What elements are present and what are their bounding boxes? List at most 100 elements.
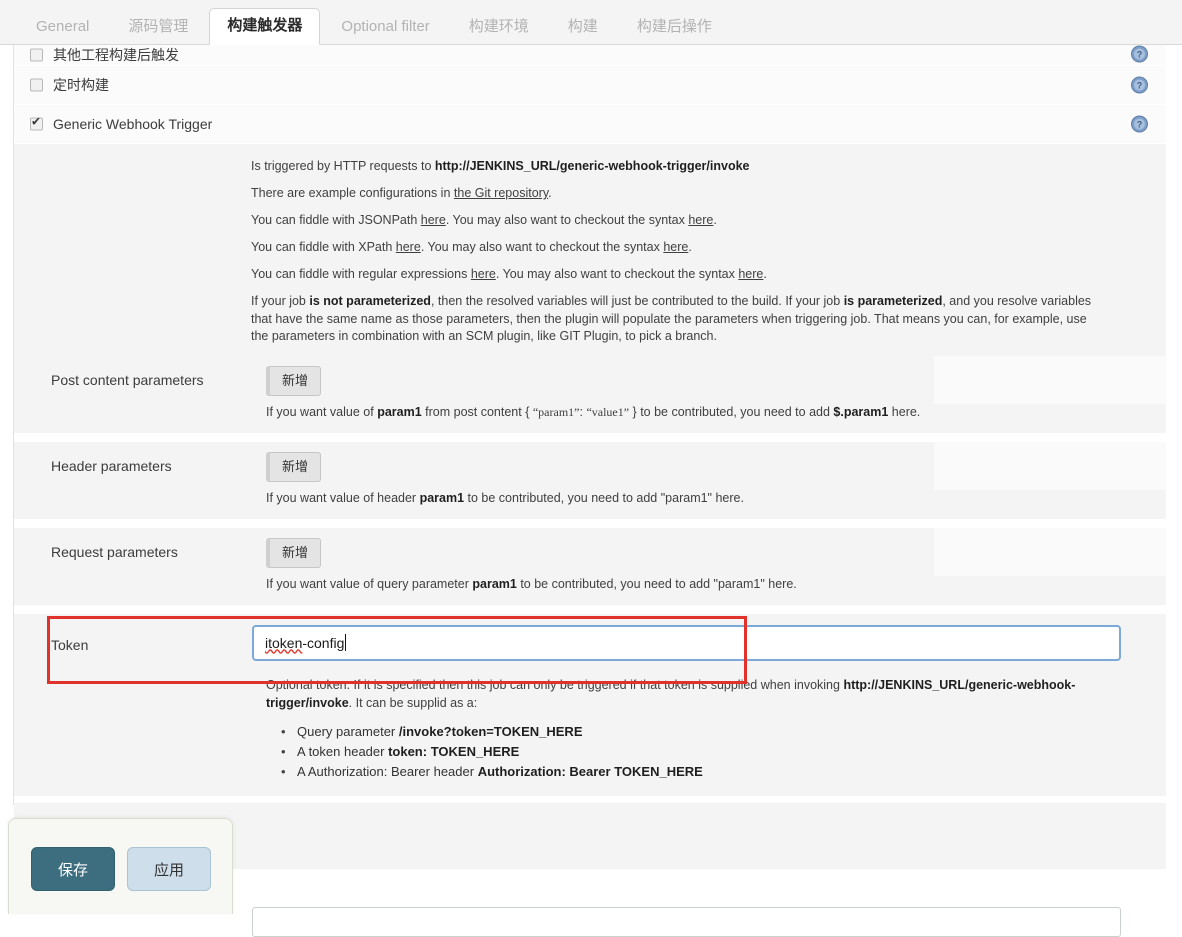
row-nested-band bbox=[934, 527, 1166, 576]
hint-text: from post content { bbox=[421, 404, 533, 419]
hint-emphasis: param1 bbox=[419, 490, 465, 505]
tab-active-2[interactable]: 构建触发器 bbox=[209, 8, 321, 45]
post-content-parameters-row: Post content parameters 新增 bbox=[14, 355, 1166, 404]
post-content-parameters-label: Post content parameters bbox=[51, 371, 204, 388]
row-nested-band bbox=[934, 441, 1166, 490]
header-parameters-section: Header parameters 新增 If you want value o… bbox=[14, 441, 1166, 519]
desc-line-regex: You can fiddle with regular expressions … bbox=[14, 266, 1166, 282]
jsonpath-syntax-link[interactable]: here bbox=[688, 213, 713, 227]
tab-6[interactable]: 构建后操作 bbox=[619, 9, 730, 45]
hint-emphasis: param1 bbox=[377, 404, 422, 419]
tab-0[interactable]: General bbox=[18, 9, 107, 45]
desc-text: . bbox=[688, 240, 692, 254]
bullet-text: A Authorization: Bearer header bbox=[297, 763, 478, 779]
bullet-text: A token header bbox=[297, 743, 389, 759]
tab-bar: General 源码管理 构建触发器 Optional filter 构建环境 构建 构建后… bbox=[0, 0, 1182, 45]
tab-label: 构建环境 bbox=[468, 18, 529, 35]
desc-line-invoke-url: Is triggered by HTTP requests to http://… bbox=[14, 158, 1166, 174]
token-row: Token itoken-config bbox=[14, 614, 1166, 676]
row-nested-band bbox=[934, 355, 1166, 404]
trigger-label: Generic Webhook Trigger bbox=[53, 116, 213, 132]
token-value-misspelled: itoken bbox=[265, 634, 303, 651]
bullet-emphasis: token: TOKEN_HERE bbox=[388, 743, 520, 759]
header-parameters-hint: If you want value of header param1 to be… bbox=[14, 489, 1166, 519]
regex-syntax-link[interactable]: here bbox=[738, 267, 763, 281]
add-request-parameter-button[interactable]: 新增 bbox=[266, 537, 322, 568]
trigger-row: 其他工程构建后触发? bbox=[14, 45, 1166, 66]
invoke-url: http://JENKINS_URL/generic-webhook-trigg… bbox=[434, 159, 750, 173]
xpath-syntax-link[interactable]: here bbox=[663, 240, 688, 254]
help-icon[interactable]: ? bbox=[1131, 45, 1148, 63]
config-page: 其他工程构建后触发?定时构建?Generic Webhook Trigger? … bbox=[0, 45, 1182, 937]
tab-4[interactable]: 构建环境 bbox=[451, 9, 547, 45]
tab-label: 构建 bbox=[567, 18, 598, 35]
save-button[interactable]: 保存 bbox=[31, 847, 115, 891]
trigger-checkbox[interactable] bbox=[30, 78, 43, 92]
section-spacer bbox=[14, 432, 1166, 442]
desc-emphasis: is parameterized bbox=[843, 294, 943, 308]
desc-text: . bbox=[548, 186, 552, 200]
token-input-value: itoken-config bbox=[265, 633, 347, 652]
hint-text: If you want value of header bbox=[266, 490, 420, 505]
header-parameters-label: Header parameters bbox=[51, 457, 172, 474]
regex-fiddle-link[interactable]: here bbox=[471, 267, 496, 281]
jsonpath-fiddle-link[interactable]: here bbox=[421, 213, 446, 227]
svg-text:?: ? bbox=[1137, 50, 1143, 60]
apply-button[interactable]: 应用 bbox=[127, 847, 211, 891]
desc-text: . bbox=[713, 213, 717, 227]
token-section: Token itoken-config Optional token. If i… bbox=[14, 613, 1166, 796]
desc-text: You can fiddle with regular expressions bbox=[251, 267, 471, 281]
token-description: Optional token. If it is specified then … bbox=[14, 676, 1166, 718]
tab-1[interactable]: 源码管理 bbox=[110, 9, 206, 45]
request-parameters-hint: If you want value of query parameter par… bbox=[14, 575, 1166, 605]
add-post-content-parameter-button[interactable]: 新增 bbox=[266, 365, 322, 396]
request-parameters-label: Request parameters bbox=[51, 543, 178, 560]
section-spacer bbox=[14, 518, 1166, 528]
token-label: Token bbox=[51, 636, 89, 653]
tab-label: 构建触发器 bbox=[227, 17, 303, 34]
desc-text: Optional token. If it is specified then … bbox=[266, 677, 844, 692]
next-field-input[interactable] bbox=[252, 907, 1121, 937]
token-supply-method: A token header token: TOKEN_HERE bbox=[281, 742, 1166, 762]
hint-text: If you want value of query parameter bbox=[266, 576, 473, 591]
token-supply-methods-list: Query parameter /invoke?token=TOKEN_HERE… bbox=[14, 722, 1166, 796]
help-icon[interactable]: ? bbox=[1131, 76, 1148, 94]
tab-5[interactable]: 构建 bbox=[550, 9, 616, 45]
token-input[interactable]: itoken-config bbox=[252, 624, 1121, 661]
post-content-parameters-hint: If you want value of param1 from post co… bbox=[14, 403, 1166, 433]
hint-text: } to be contributed, you need to add bbox=[629, 404, 834, 419]
post-content-parameters-section: Post content parameters 新增 If you want v… bbox=[14, 355, 1166, 433]
git-repository-link[interactable]: the Git repository bbox=[454, 186, 548, 200]
hint-sample-value: “value1” bbox=[586, 404, 630, 419]
hint-sample-key: “param1” bbox=[532, 404, 580, 419]
desc-text: If your job bbox=[251, 294, 310, 308]
tab-label: 构建后操作 bbox=[636, 18, 712, 35]
bullet-text: Query parameter bbox=[297, 723, 399, 739]
add-header-parameter-button[interactable]: 新增 bbox=[266, 451, 322, 482]
description-block: Is triggered by HTTP requests to http://… bbox=[14, 144, 1166, 356]
trigger-label: 定时构建 bbox=[53, 77, 109, 93]
tab-label: 源码管理 bbox=[128, 18, 189, 35]
text-caret bbox=[345, 633, 347, 651]
trigger-checkbox[interactable] bbox=[30, 116, 43, 131]
hint-text: here. bbox=[888, 404, 921, 419]
xpath-fiddle-link[interactable]: here bbox=[396, 240, 421, 254]
desc-line-jsonpath: You can fiddle with JSONPath here. You m… bbox=[14, 212, 1166, 228]
tab-label: General bbox=[36, 18, 90, 35]
desc-text: There are example configurations in bbox=[251, 186, 454, 200]
token-supply-method: A Authorization: Bearer header Authoriza… bbox=[281, 762, 1166, 782]
tab-3[interactable]: Optional filter bbox=[323, 9, 447, 45]
hint-text: to be contributed, you need to add "para… bbox=[516, 576, 797, 591]
desc-line-xpath: You can fiddle with XPath here. You may … bbox=[14, 239, 1166, 255]
desc-line-git-repo: There are example configurations in the … bbox=[14, 185, 1166, 201]
form-action-bar: 保存 应用 bbox=[8, 818, 233, 914]
tab-label: Optional filter bbox=[341, 18, 430, 35]
hint-emphasis: $.param1 bbox=[833, 404, 889, 419]
trigger-row: 定时构建? bbox=[14, 66, 1166, 105]
help-icon[interactable]: ? bbox=[1131, 115, 1148, 133]
desc-text: , then the resolved variables will just … bbox=[430, 294, 844, 308]
token-value-rest: -config bbox=[302, 634, 345, 651]
desc-text: Is triggered by HTTP requests to bbox=[251, 159, 435, 173]
trigger-checkbox[interactable] bbox=[30, 48, 43, 62]
bullet-emphasis: Authorization: Bearer TOKEN_HERE bbox=[477, 763, 703, 779]
